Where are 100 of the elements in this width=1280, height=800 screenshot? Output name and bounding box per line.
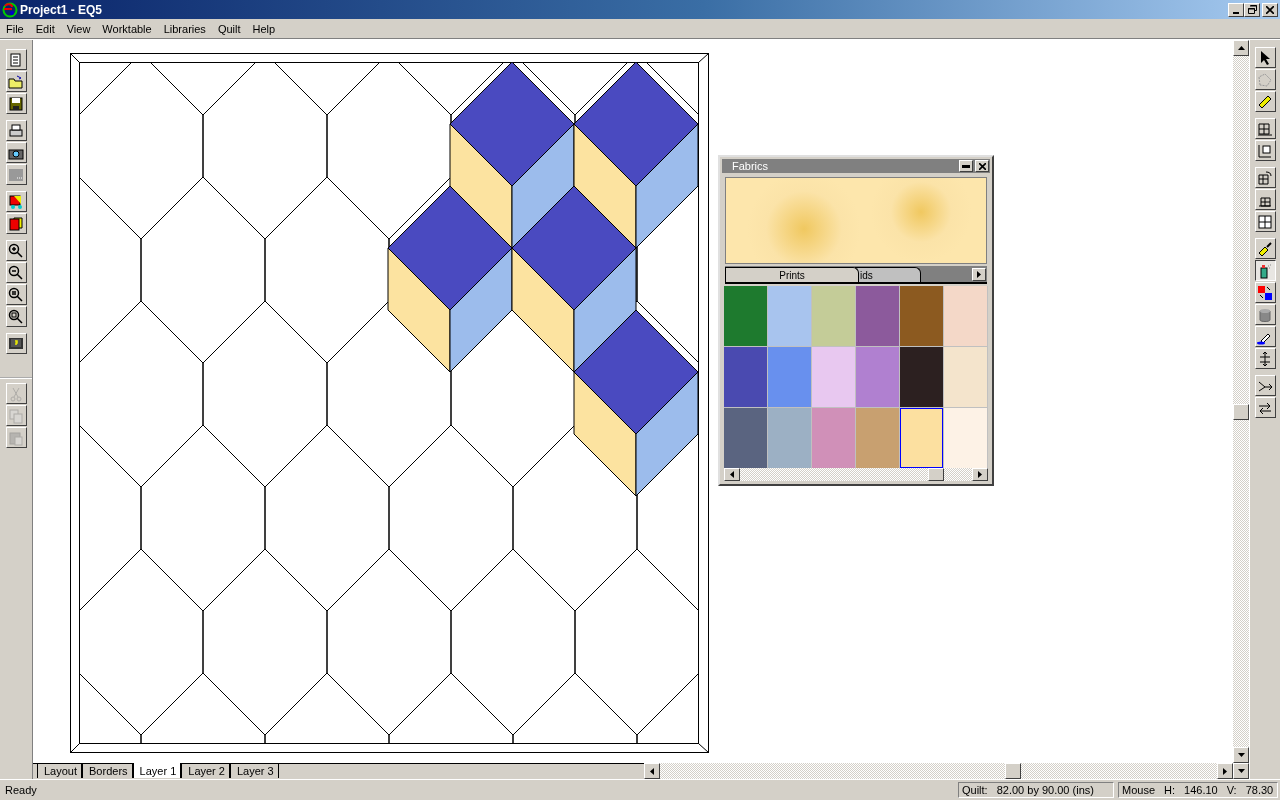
zoom-fit-icon	[8, 286, 24, 303]
down-arrow-icon	[1237, 753, 1245, 757]
book-wheels-icon	[8, 193, 24, 210]
menu-item[interactable]: View	[60, 22, 97, 35]
menu-item[interactable]: Edit	[29, 22, 61, 35]
menu-item[interactable]: Libraries	[157, 22, 212, 35]
spool-icon	[1257, 306, 1273, 323]
fabric-swatch[interactable]	[900, 286, 943, 346]
fabric-swatch[interactable]	[856, 286, 899, 346]
zoom-out-icon	[8, 264, 24, 281]
menu-item[interactable]: File	[0, 22, 30, 35]
worktable-canvas[interactable]: Fabrics Prints ids	[33, 40, 1233, 763]
down-arrow-icon	[1237, 769, 1245, 773]
save-icon	[8, 95, 24, 112]
fabric-swatch[interactable]	[856, 408, 899, 468]
quilt-size-label: Quilt:	[962, 784, 988, 796]
mouse-label: Mouse	[1122, 784, 1156, 796]
left-arrow-icon	[730, 471, 734, 478]
right-arrow-icon	[977, 271, 981, 278]
right-arrow-icon	[978, 471, 982, 478]
fabric-swatch[interactable]	[944, 408, 987, 468]
window-title: Project1 - EQ5	[20, 2, 104, 17]
help-monitor-icon	[8, 335, 24, 352]
status-message: Ready	[4, 784, 38, 796]
swap-colors-icon	[1257, 284, 1273, 301]
new-block-icon	[8, 51, 24, 68]
book-icon	[8, 215, 24, 232]
app-logo-icon	[2, 1, 18, 18]
scroll-thumb[interactable]	[1005, 763, 1021, 779]
right-arrow-icon	[1223, 767, 1227, 775]
fabric-swatch[interactable]	[944, 347, 987, 407]
close-icon	[978, 162, 986, 170]
toolbar-button[interactable]	[1254, 260, 1276, 281]
zoom-box-icon	[8, 308, 24, 325]
spray-can-icon	[1257, 262, 1273, 279]
menu-item[interactable]: Help	[246, 22, 282, 35]
blank-screen-icon	[8, 166, 24, 183]
fabric-swatch[interactable]	[768, 347, 811, 407]
printer-icon	[8, 122, 24, 139]
scroll-down-button[interactable]	[1233, 747, 1249, 763]
scroll-right-button[interactable]	[972, 268, 986, 281]
worktable-tab[interactable]: Layer 1	[132, 763, 182, 778]
paintbrush-icon	[1257, 240, 1273, 257]
fabric-swatch[interactable]	[856, 347, 899, 407]
scroll-right-button[interactable]	[972, 468, 988, 481]
scroll-left-button[interactable]	[724, 468, 740, 481]
move-arrows-icon	[1257, 350, 1273, 367]
scissors-icon	[8, 385, 24, 402]
square-layout-icon	[1257, 142, 1273, 159]
fabric-tab[interactable]: Prints	[725, 267, 859, 282]
square-blocks-icon	[1257, 213, 1273, 230]
vertical-value: 78.30	[1245, 784, 1274, 796]
minimize-icon	[962, 164, 970, 168]
menu-item[interactable]: Quilt	[211, 22, 247, 35]
scroll-down-button[interactable]	[1233, 763, 1249, 779]
fabric-swatch[interactable]	[812, 408, 855, 468]
fabric-tab[interactable]: ids	[855, 267, 921, 282]
open-folder-icon	[8, 73, 24, 90]
worktable-tab[interactable]: Layer 3	[229, 764, 279, 778]
ruler-icon	[1257, 93, 1273, 110]
fabric-swatch[interactable]	[724, 286, 767, 346]
grid-edit-icon	[1257, 120, 1273, 137]
fabric-swatch[interactable]	[724, 408, 767, 468]
restore-button[interactable]	[1244, 2, 1260, 17]
restore-icon	[1247, 5, 1257, 14]
up-arrow-icon	[1237, 46, 1245, 50]
close-button[interactable]	[1262, 2, 1278, 17]
fabric-swatch[interactable]	[768, 408, 811, 468]
panel-title: Fabrics	[731, 160, 770, 172]
scroll-left-button[interactable]	[644, 763, 660, 779]
fabric-swatch[interactable]	[900, 408, 943, 468]
grid-rotate-icon	[1257, 169, 1273, 186]
close-button[interactable]	[975, 160, 989, 172]
fabric-swatch[interactable]	[812, 347, 855, 407]
vertical-label: V:	[1226, 784, 1237, 796]
menu-item[interactable]: Worktable	[96, 22, 158, 35]
left-arrow-icon	[650, 767, 654, 775]
minimize-button[interactable]	[959, 160, 973, 172]
zoom-in-icon	[8, 242, 24, 259]
minimize-button[interactable]	[1228, 2, 1244, 17]
scroll-thumb[interactable]	[1233, 404, 1249, 420]
fabric-swatch[interactable]	[812, 286, 855, 346]
minimize-icon	[1233, 11, 1239, 14]
horizontal-label: H:	[1164, 784, 1176, 796]
copy-icon	[8, 407, 24, 424]
horizontal-value: 146.10	[1184, 784, 1218, 796]
polygon-select-icon	[1257, 71, 1273, 88]
worktable-tab[interactable]: Borders	[82, 764, 133, 778]
fabric-swatch[interactable]	[900, 347, 943, 407]
fabric-swatch[interactable]	[768, 286, 811, 346]
scroll-thumb[interactable]	[928, 468, 944, 481]
fabric-swatch[interactable]	[944, 286, 987, 346]
quilt-size-value: 82.00 by 90.00 (ins)	[996, 784, 1094, 796]
paste-icon	[8, 429, 24, 446]
scroll-right-button[interactable]	[1217, 763, 1233, 779]
scroll-up-button[interactable]	[1233, 40, 1249, 56]
close-icon	[1266, 5, 1274, 14]
worktable-tab[interactable]: Layout	[37, 764, 83, 778]
fabric-swatch[interactable]	[724, 347, 767, 407]
worktable-tab[interactable]: Layer 2	[181, 764, 230, 778]
